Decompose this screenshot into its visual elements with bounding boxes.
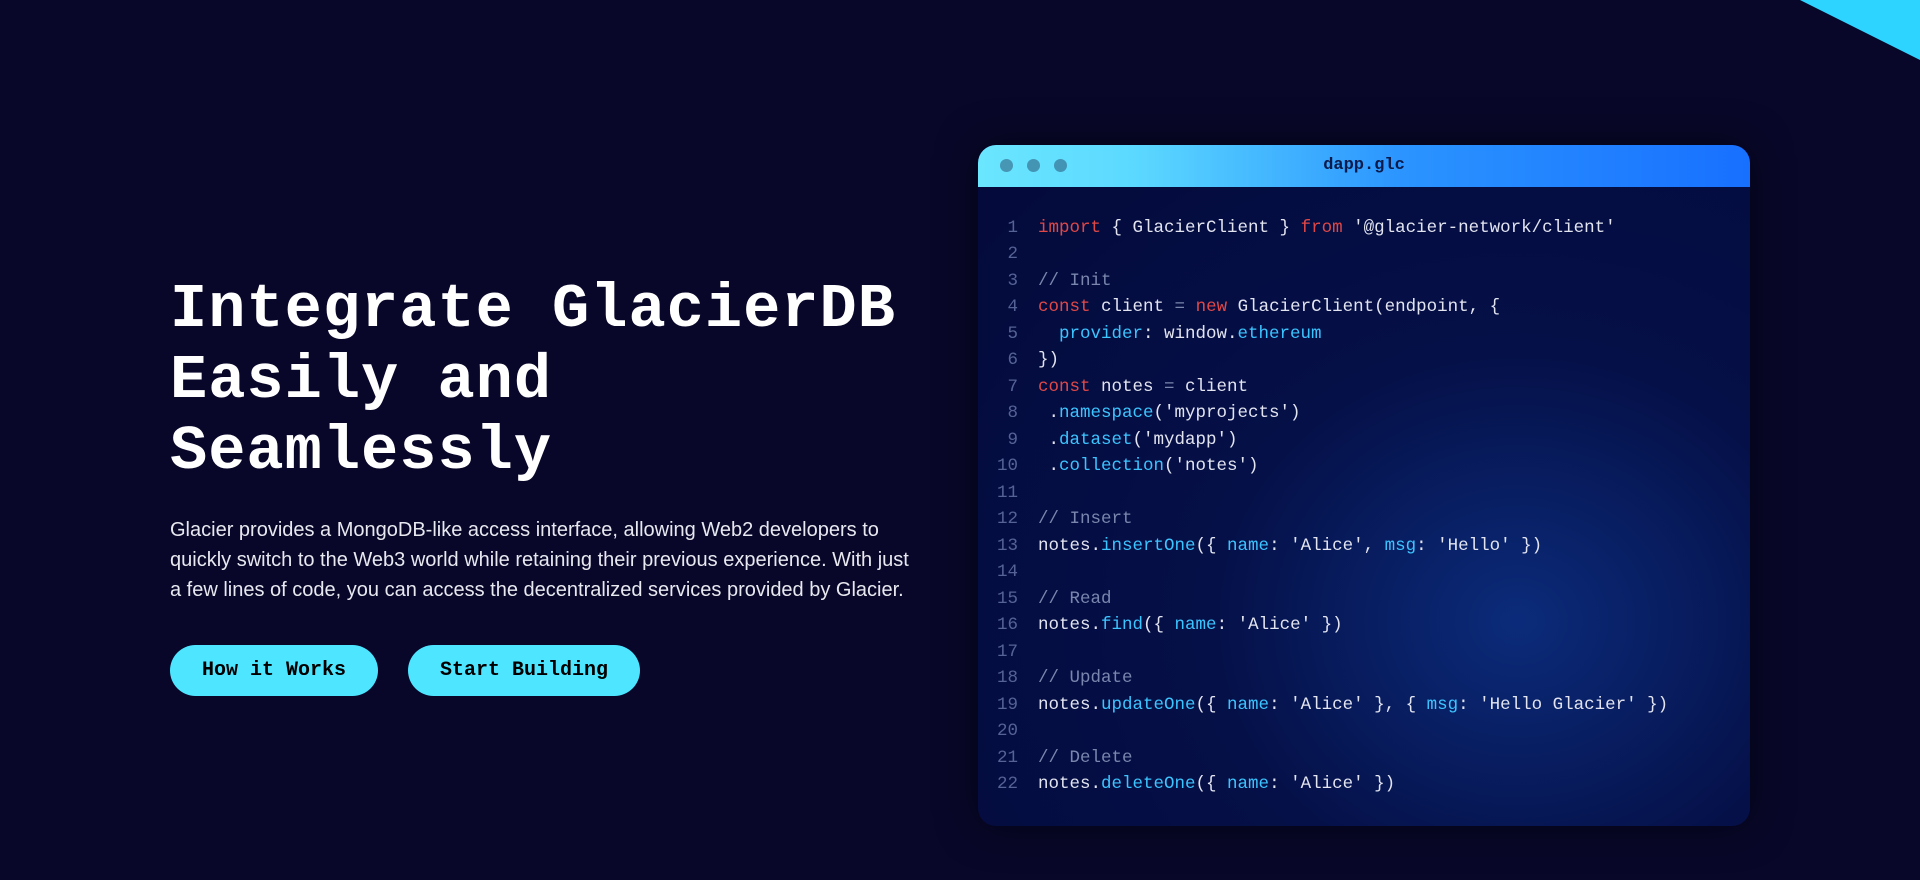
code-line: 18// Update bbox=[996, 665, 1732, 692]
code-line: 13notes.insertOne({ name: 'Alice', msg: … bbox=[996, 533, 1732, 560]
line-number: 17 bbox=[996, 639, 1038, 666]
code-line: 20 bbox=[996, 718, 1732, 745]
code-line: 4const client = new GlacierClient(endpoi… bbox=[996, 294, 1732, 321]
code-line: 10 .collection('notes') bbox=[996, 453, 1732, 480]
line-number: 10 bbox=[996, 453, 1038, 480]
code-line: 7const notes = client bbox=[996, 374, 1732, 401]
code-line: 21// Delete bbox=[996, 745, 1732, 772]
code-content: import { GlacierClient } from '@glacier-… bbox=[1038, 215, 1616, 242]
hero-description: Glacier provides a MongoDB-like access i… bbox=[170, 515, 910, 605]
line-number: 16 bbox=[996, 612, 1038, 639]
code-titlebar: dapp.glc bbox=[978, 145, 1750, 187]
code-content: const client = new GlacierClient(endpoin… bbox=[1038, 294, 1500, 321]
code-line: 8 .namespace('myprojects') bbox=[996, 400, 1732, 427]
code-content: // Insert bbox=[1038, 506, 1133, 533]
how-it-works-button[interactable]: How it Works bbox=[170, 645, 378, 696]
line-number: 5 bbox=[996, 321, 1038, 348]
code-body: 1import { GlacierClient } from '@glacier… bbox=[978, 187, 1750, 826]
start-building-button[interactable]: Start Building bbox=[408, 645, 640, 696]
line-number: 15 bbox=[996, 586, 1038, 613]
corner-accent bbox=[1800, 0, 1920, 60]
line-number: 9 bbox=[996, 427, 1038, 454]
code-line: 6}) bbox=[996, 347, 1732, 374]
code-content: provider: window.ethereum bbox=[1038, 321, 1322, 348]
line-number: 6 bbox=[996, 347, 1038, 374]
window-dots bbox=[1000, 159, 1067, 172]
code-content: notes.find({ name: 'Alice' }) bbox=[1038, 612, 1343, 639]
line-number: 18 bbox=[996, 665, 1038, 692]
code-content: // Read bbox=[1038, 586, 1112, 613]
code-line: 3// Init bbox=[996, 268, 1732, 295]
code-line: 5 provider: window.ethereum bbox=[996, 321, 1732, 348]
code-content: // Init bbox=[1038, 268, 1112, 295]
code-line: 14 bbox=[996, 559, 1732, 586]
line-number: 7 bbox=[996, 374, 1038, 401]
line-number: 11 bbox=[996, 480, 1038, 507]
window-dot-icon bbox=[1027, 159, 1040, 172]
line-number: 8 bbox=[996, 400, 1038, 427]
line-number: 3 bbox=[996, 268, 1038, 295]
hero-text-column: Integrate GlacierDB Easily and Seamlessl… bbox=[170, 274, 930, 697]
window-dot-icon bbox=[1000, 159, 1013, 172]
code-window: dapp.glc 1import { GlacierClient } from … bbox=[978, 145, 1750, 826]
code-content: notes.updateOne({ name: 'Alice' }, { msg… bbox=[1038, 692, 1668, 719]
code-line: 1import { GlacierClient } from '@glacier… bbox=[996, 215, 1732, 242]
code-line: 9 .dataset('mydapp') bbox=[996, 427, 1732, 454]
code-line: 15// Read bbox=[996, 586, 1732, 613]
line-number: 12 bbox=[996, 506, 1038, 533]
code-line: 22notes.deleteOne({ name: 'Alice' }) bbox=[996, 771, 1732, 798]
code-content: // Update bbox=[1038, 665, 1133, 692]
code-content: // Delete bbox=[1038, 745, 1133, 772]
code-content: .collection('notes') bbox=[1038, 453, 1259, 480]
code-line: 19notes.updateOne({ name: 'Alice' }, { m… bbox=[996, 692, 1732, 719]
code-filename: dapp.glc bbox=[1323, 156, 1405, 175]
code-content: const notes = client bbox=[1038, 374, 1248, 401]
line-number: 21 bbox=[996, 745, 1038, 772]
code-line: 12// Insert bbox=[996, 506, 1732, 533]
hero-buttons: How it Works Start Building bbox=[170, 645, 930, 696]
code-content: notes.insertOne({ name: 'Alice', msg: 'H… bbox=[1038, 533, 1542, 560]
code-line: 2 bbox=[996, 241, 1732, 268]
line-number: 13 bbox=[996, 533, 1038, 560]
line-number: 22 bbox=[996, 771, 1038, 798]
line-number: 19 bbox=[996, 692, 1038, 719]
hero-container: Integrate GlacierDB Easily and Seamlessl… bbox=[0, 0, 1920, 880]
code-line: 16notes.find({ name: 'Alice' }) bbox=[996, 612, 1732, 639]
code-line: 17 bbox=[996, 639, 1732, 666]
code-content: .namespace('myprojects') bbox=[1038, 400, 1301, 427]
line-number: 20 bbox=[996, 718, 1038, 745]
code-content: }) bbox=[1038, 347, 1059, 374]
code-content: notes.deleteOne({ name: 'Alice' }) bbox=[1038, 771, 1395, 798]
window-dot-icon bbox=[1054, 159, 1067, 172]
line-number: 1 bbox=[996, 215, 1038, 242]
code-line: 11 bbox=[996, 480, 1732, 507]
code-content: .dataset('mydapp') bbox=[1038, 427, 1238, 454]
line-number: 14 bbox=[996, 559, 1038, 586]
line-number: 4 bbox=[996, 294, 1038, 321]
hero-heading: Integrate GlacierDB Easily and Seamlessl… bbox=[170, 274, 930, 488]
line-number: 2 bbox=[996, 241, 1038, 268]
